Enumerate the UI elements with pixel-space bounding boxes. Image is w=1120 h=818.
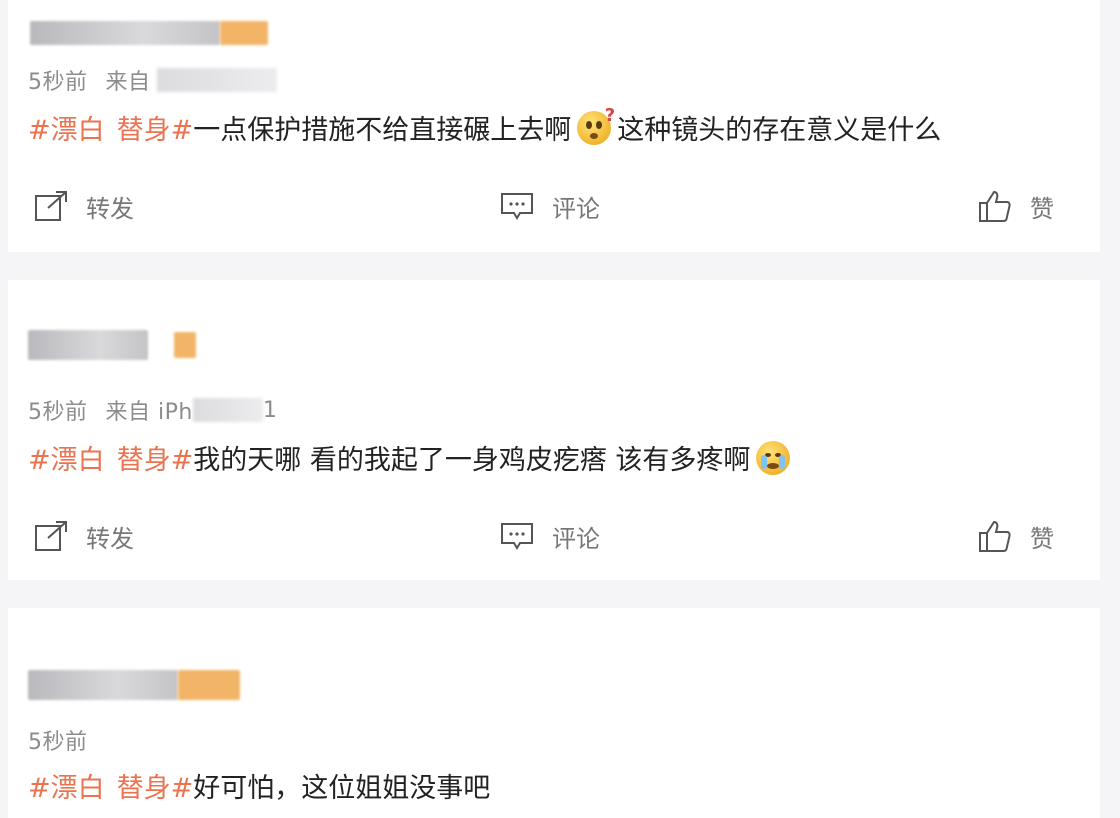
post-source-suffix: 1 <box>262 397 278 423</box>
post-text: #漂白 替身# 我的天哪 看的我起了一身鸡皮疙瘩 该有多疼啊 <box>28 438 796 477</box>
post-card: 5秒前 #漂白 替身# 好可怕，这位姐姐没事吧 <box>8 608 1100 818</box>
comment-button[interactable]: 评论 <box>500 186 600 226</box>
comment-label: 评论 <box>552 524 600 553</box>
username-blurred[interactable] <box>30 20 268 46</box>
topic-tag[interactable]: #漂白 替身# <box>28 438 193 477</box>
post-card: 5秒前 来自 iPh 1 #漂白 替身# 我的天哪 看的我起了一身鸡皮疙瘩 该有多… <box>8 280 1100 580</box>
topic-tag[interactable]: #漂白 替身# <box>28 108 193 147</box>
post-source-prefix: 来自 <box>105 70 151 95</box>
like-button[interactable]: 赞 <box>978 516 1054 556</box>
post-source-prefix: 来自 iPh <box>105 400 193 425</box>
username-blurred[interactable] <box>28 330 196 360</box>
post-text-part: 一点保护措施不给直接碾上去啊 <box>193 115 572 146</box>
comment-icon <box>501 523 533 550</box>
like-label: 赞 <box>1030 194 1054 223</box>
device-blurred <box>156 68 277 92</box>
repost-label: 转发 <box>86 524 134 553</box>
post-meta: 5秒前 来自 iPh 1 <box>28 394 277 426</box>
thumbs-up-icon <box>979 520 1011 552</box>
comment-icon <box>501 193 533 220</box>
repost-icon <box>35 191 67 221</box>
post-text: #漂白 替身# 好可怕，这位姐姐没事吧 <box>28 766 490 805</box>
comment-button[interactable]: 评论 <box>500 516 600 556</box>
post-card: 5秒前 来自 #漂白 替身# 一点保护措施不给直接碾上去啊 ? 这种镜头的存在意义… <box>8 0 1100 252</box>
post-time: 5秒前 <box>28 730 88 755</box>
username-blurred[interactable] <box>28 670 240 700</box>
post-text-part: 好可怕，这位姐姐没事吧 <box>193 773 491 804</box>
topic-tag[interactable]: #漂白 替身# <box>28 766 193 805</box>
crying-face-emoji <box>756 440 791 475</box>
post-meta: 5秒前 来自 <box>28 64 277 96</box>
comment-label: 评论 <box>552 194 600 223</box>
post-text-part: 我的天哪 看的我起了一身鸡皮疙瘩 该有多疼啊 <box>193 445 751 476</box>
repost-label: 转发 <box>86 194 134 223</box>
post-time: 5秒前 <box>28 70 88 95</box>
device-blurred <box>192 398 263 422</box>
thumbs-up-icon <box>979 190 1011 222</box>
action-bar: 转发 评论 赞 <box>8 186 1100 226</box>
post-meta: 5秒前 <box>28 724 88 756</box>
post-time: 5秒前 <box>28 400 88 425</box>
post-text-part: 这种镜头的存在意义是什么 <box>617 115 942 146</box>
repost-button[interactable]: 转发 <box>34 186 134 226</box>
repost-icon <box>35 521 67 551</box>
post-text: #漂白 替身# 一点保护措施不给直接碾上去啊 ? 这种镜头的存在意义是什么 <box>28 105 942 147</box>
like-button[interactable]: 赞 <box>978 186 1054 226</box>
question-face-emoji: ? <box>577 105 615 145</box>
action-bar: 转发 评论 赞 <box>8 516 1100 556</box>
repost-button[interactable]: 转发 <box>34 516 134 556</box>
like-label: 赞 <box>1030 524 1054 553</box>
